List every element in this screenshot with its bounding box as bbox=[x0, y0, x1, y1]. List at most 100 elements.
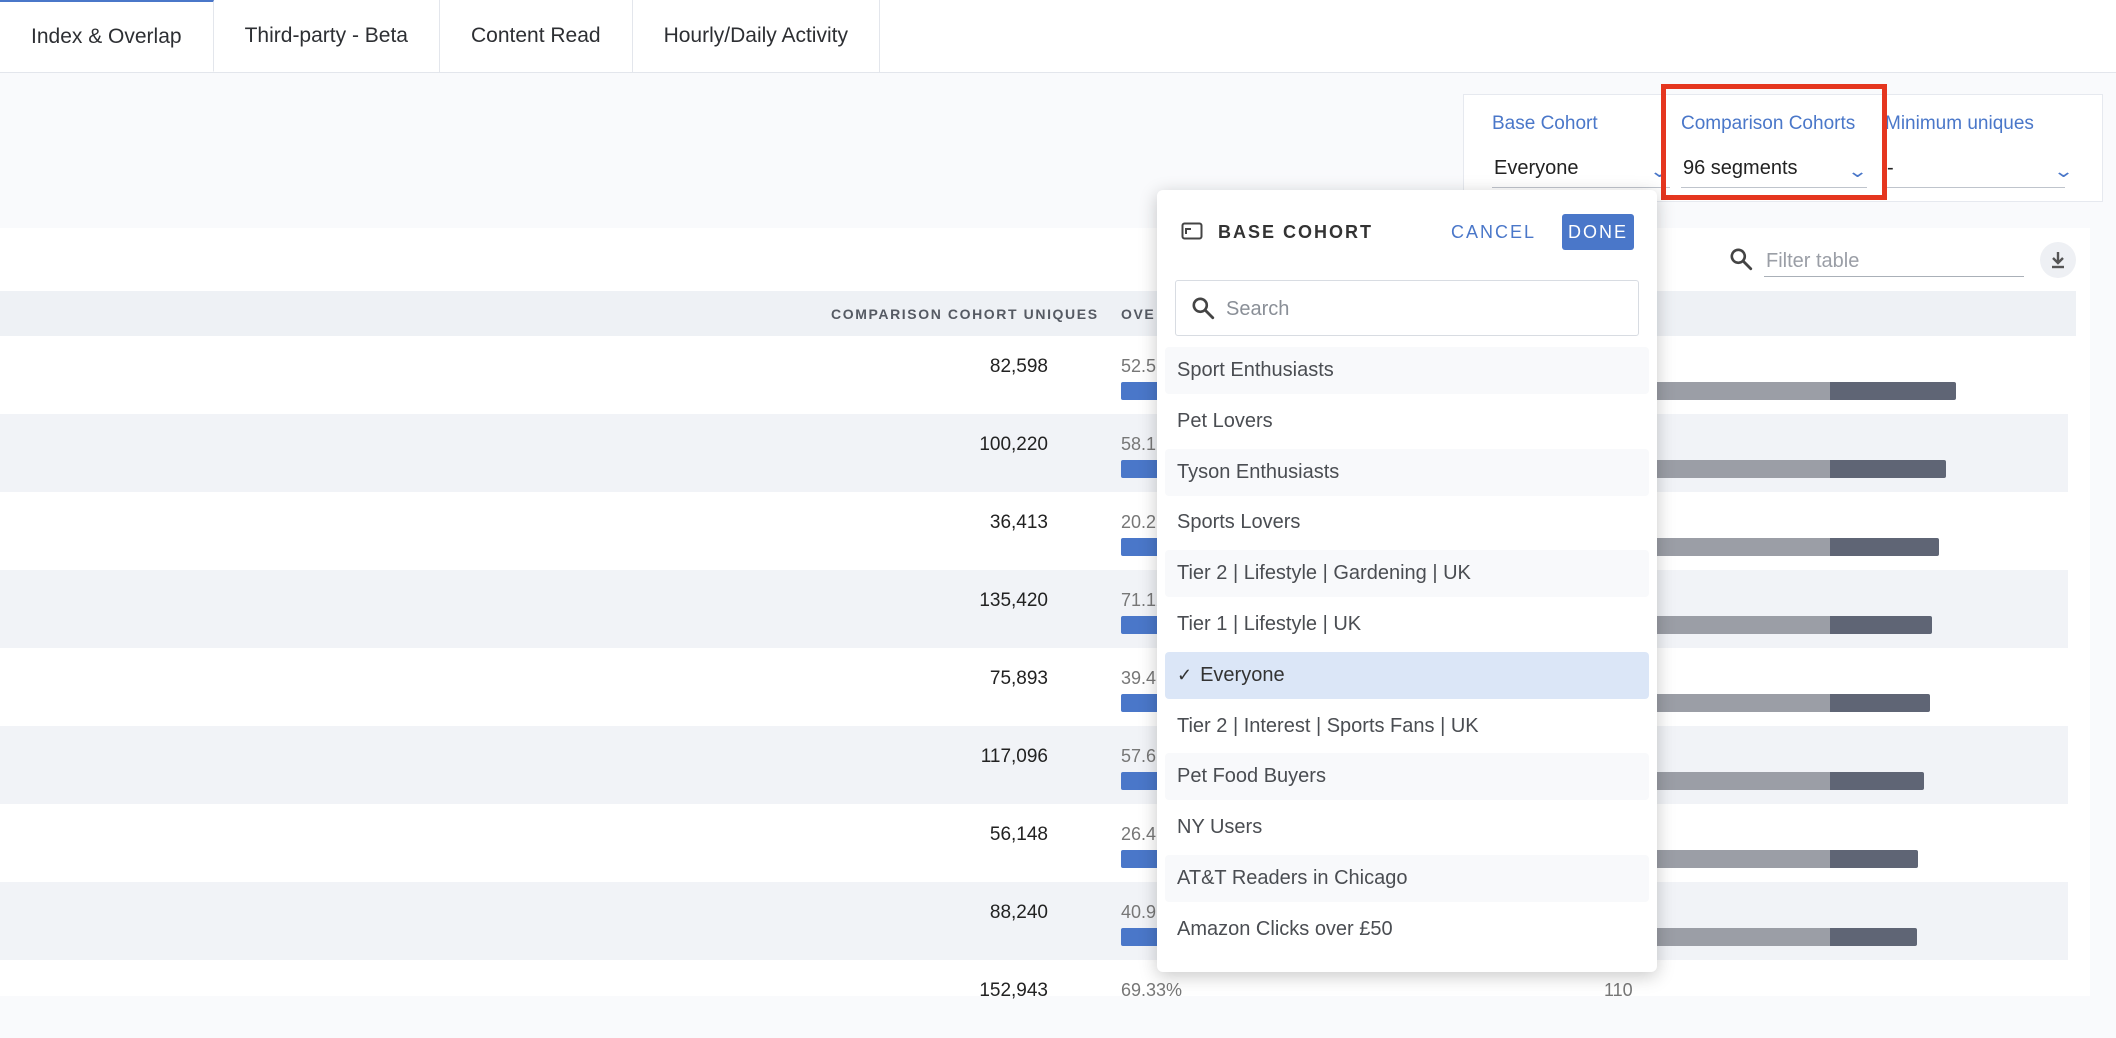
index-bar-base bbox=[1630, 928, 1830, 946]
base-cohort-select[interactable]: Base Cohort Everyone ⌄ bbox=[1478, 95, 1671, 203]
table-row: 82,598 52.5 bbox=[0, 336, 2068, 414]
cell-overlap: 52.5 bbox=[1121, 356, 1157, 376]
overlap-bar bbox=[1121, 850, 1161, 868]
index-bar-value bbox=[1830, 538, 1939, 556]
index-bar-base bbox=[1630, 772, 1830, 790]
search-icon bbox=[1192, 297, 1215, 320]
cell-uniques: 117,096 bbox=[980, 746, 1048, 767]
search-icon bbox=[1730, 248, 1753, 271]
index-bar-base bbox=[1630, 382, 1830, 400]
tab-bar: Index & Overlap Third-party - Beta Conte… bbox=[0, 0, 2116, 73]
overlap-bar bbox=[1121, 694, 1161, 712]
overlap-bar bbox=[1121, 616, 1161, 634]
base-cohort-label: Base Cohort bbox=[1492, 113, 1598, 134]
cancel-button[interactable]: CANCEL bbox=[1451, 222, 1536, 243]
cell-uniques: 36,413 bbox=[989, 512, 1048, 533]
download-button[interactable] bbox=[2040, 242, 2076, 278]
cohort-option[interactable]: Pet Food Buyers bbox=[1165, 753, 1649, 800]
index-bar-base bbox=[1630, 460, 1830, 478]
cohort-option[interactable]: Sport Enthusiasts bbox=[1165, 347, 1649, 394]
minimum-uniques-select[interactable]: Minimum uniques - ⌄ bbox=[1884, 95, 2084, 203]
cell-uniques: 135,420 bbox=[979, 590, 1048, 611]
tab-content-read[interactable]: Content Read bbox=[439, 0, 633, 72]
comparison-cohorts-select[interactable]: Comparison Cohorts 96 segments ⌄ bbox=[1680, 95, 1880, 203]
search-input[interactable] bbox=[1224, 291, 1628, 327]
table-row: 152,943 69.33% 110 bbox=[0, 960, 2068, 1038]
divider bbox=[1681, 187, 1867, 188]
cohort-option-label: Tyson Enthusiasts bbox=[1177, 461, 1340, 483]
cell-overlap: 58.1 bbox=[1121, 434, 1157, 454]
table-row: 100,220 58.1 bbox=[0, 414, 2068, 492]
cell-uniques: 82,598 bbox=[989, 356, 1048, 377]
cell-overlap: 20.2 bbox=[1121, 512, 1157, 532]
cell-overlap: 57.6 bbox=[1121, 746, 1157, 766]
minimum-uniques-label: Minimum uniques bbox=[1885, 113, 2034, 134]
index-bar-value bbox=[1830, 850, 1918, 868]
table-row: 135,420 71.12 bbox=[0, 570, 2068, 648]
comparison-cohorts-value: 96 segments bbox=[1683, 157, 1798, 179]
overlap-bar bbox=[1121, 928, 1161, 946]
base-cohort-value: Everyone bbox=[1494, 157, 1579, 179]
tab-hourly-daily[interactable]: Hourly/Daily Activity bbox=[632, 0, 880, 72]
index-bar-value bbox=[1830, 460, 1946, 478]
table-row: 36,413 20.2 bbox=[0, 492, 2068, 570]
index-bar-base bbox=[1630, 538, 1830, 556]
cohort-option-label: Amazon Clicks over £50 bbox=[1177, 918, 1393, 940]
cohort-option[interactable]: AT&T Readers in Chicago bbox=[1165, 855, 1649, 902]
index-bar-base bbox=[1630, 850, 1830, 868]
check-icon: ✓ bbox=[1177, 665, 1193, 685]
cell-uniques: 75,893 bbox=[989, 668, 1048, 689]
cohort-option-label: Sport Enthusiasts bbox=[1177, 359, 1334, 381]
cohort-option[interactable]: Amazon Clicks over £50 bbox=[1165, 906, 1649, 953]
column-header-uniques[interactable]: COMPARISON COHORT UNIQUES bbox=[831, 306, 1099, 322]
filter-table-input[interactable] bbox=[1764, 246, 2024, 277]
tab-index-overlap[interactable]: Index & Overlap bbox=[0, 0, 214, 72]
index-bar-value bbox=[1830, 382, 1956, 400]
cohort-option[interactable]: Pet Lovers bbox=[1165, 398, 1649, 445]
cohort-option[interactable]: Tier 2 | Lifestyle | Gardening | UK bbox=[1165, 550, 1649, 597]
cohort-option-label: Tier 1 | Lifestyle | UK bbox=[1177, 613, 1362, 635]
overlap-bar bbox=[1121, 538, 1161, 556]
table-row: 117,096 57.6 bbox=[0, 726, 2068, 804]
cohort-option[interactable]: Tyson Enthusiasts bbox=[1165, 449, 1649, 496]
cell-uniques: 56,148 bbox=[989, 824, 1048, 845]
cohort-option[interactable]: Tier 2 | Interest | Sports Fans | UK bbox=[1165, 703, 1649, 750]
chevron-down-icon: ⌄ bbox=[1648, 161, 1671, 181]
cell-overlap: 26.4 bbox=[1121, 824, 1157, 844]
cell-uniques: 152,943 bbox=[979, 980, 1048, 1001]
download-icon bbox=[2052, 252, 2064, 269]
cohort-option[interactable]: Tier 1 | Lifestyle | UK bbox=[1165, 601, 1649, 648]
index-bar-base bbox=[1630, 694, 1830, 712]
index-bar-value bbox=[1830, 772, 1924, 790]
cohort-option-label: AT&T Readers in Chicago bbox=[1177, 867, 1408, 889]
cell-overlap: 40.9 bbox=[1121, 902, 1157, 922]
index-bar-base bbox=[1630, 616, 1830, 634]
table-row: 88,240 40.9 bbox=[0, 882, 2068, 960]
cell-uniques: 88,240 bbox=[989, 902, 1048, 923]
segment-icon bbox=[1181, 222, 1203, 240]
tab-third-party[interactable]: Third-party - Beta bbox=[213, 0, 440, 72]
done-button[interactable]: DONE bbox=[1562, 214, 1634, 250]
overlap-bar bbox=[1121, 772, 1161, 790]
cohort-option-label: Tier 2 | Lifestyle | Gardening | UK bbox=[1177, 562, 1471, 584]
cohort-option[interactable]: Sports Lovers bbox=[1165, 499, 1649, 546]
cohort-option[interactable]: NY Users bbox=[1165, 804, 1649, 851]
column-header-overlap[interactable]: OVE bbox=[1121, 306, 1155, 322]
table-row: 75,893 39.4 bbox=[0, 648, 2068, 726]
cohort-option[interactable]: ✓ Everyone bbox=[1165, 652, 1649, 699]
overlap-bar bbox=[1121, 382, 1161, 400]
cohort-option-label: Everyone bbox=[1200, 664, 1285, 686]
table-row: 56,148 26.4 bbox=[0, 804, 2068, 882]
chevron-down-icon: ⌄ bbox=[1846, 161, 1869, 181]
table-header: COMPARISON COHORT UNIQUES OVE bbox=[0, 291, 2076, 336]
cohort-option-label: Pet Food Buyers bbox=[1177, 765, 1326, 787]
cohort-option-label: Sports Lovers bbox=[1177, 511, 1301, 533]
base-cohort-dropdown: BASE COHORT CANCEL DONE Sport Enthusiast… bbox=[1157, 190, 1657, 972]
chevron-down-icon: ⌄ bbox=[2052, 161, 2075, 181]
cohort-option-label: Tier 2 | Interest | Sports Fans | UK bbox=[1177, 715, 1479, 737]
cohort-option-label: NY Users bbox=[1177, 816, 1263, 838]
index-bar-value bbox=[1830, 694, 1930, 712]
divider bbox=[1885, 187, 2065, 188]
cell-uniques: 100,220 bbox=[979, 434, 1048, 455]
cell-overlap: 39.4 bbox=[1121, 668, 1157, 688]
